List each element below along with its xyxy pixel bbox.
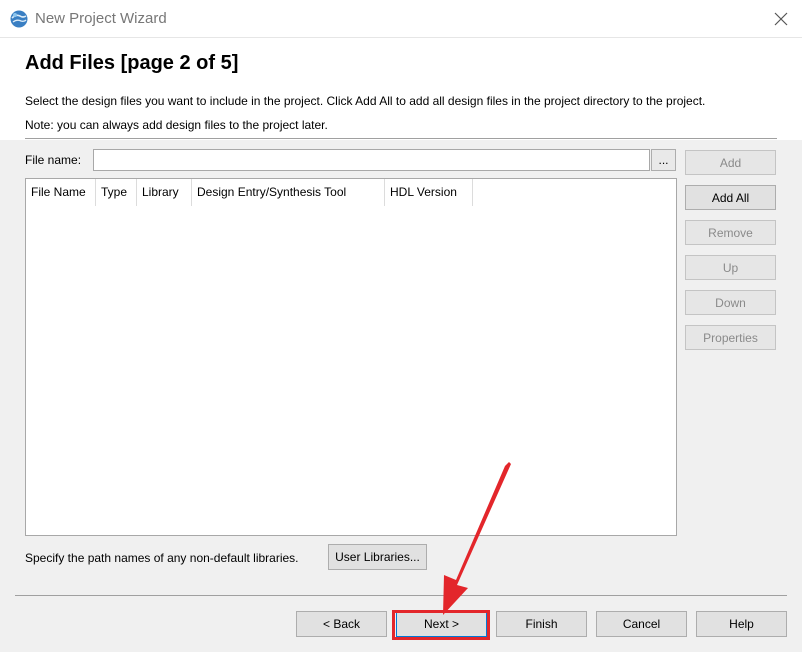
globe-app-icon bbox=[10, 10, 28, 28]
down-button[interactable]: Down bbox=[685, 290, 776, 315]
help-button[interactable]: Help bbox=[696, 611, 787, 637]
add-button[interactable]: Add bbox=[685, 150, 776, 175]
file-name-label: File name: bbox=[25, 153, 82, 167]
back-button[interactable]: < Back bbox=[296, 611, 387, 637]
close-icon bbox=[774, 12, 788, 26]
cancel-button[interactable]: Cancel bbox=[596, 611, 687, 637]
libraries-text: Specify the path names of any non-defaul… bbox=[25, 551, 299, 565]
column-header-hdl-version[interactable]: HDL Version bbox=[385, 179, 473, 206]
files-table[interactable]: File Name Type Library Design Entry/Synt… bbox=[25, 178, 677, 536]
table-header: File Name Type Library Design Entry/Synt… bbox=[26, 179, 473, 206]
page-title: Add Files [page 2 of 5] bbox=[25, 52, 239, 74]
title-bar: New Project Wizard bbox=[0, 0, 802, 38]
note-text: Note: you can always add design files to… bbox=[25, 118, 328, 132]
footer-divider bbox=[15, 595, 787, 596]
window-title: New Project Wizard bbox=[35, 10, 167, 27]
description-text: Select the design files you want to incl… bbox=[25, 94, 706, 108]
properties-button[interactable]: Properties bbox=[685, 325, 776, 350]
column-header-design-entry-tool[interactable]: Design Entry/Synthesis Tool bbox=[192, 179, 385, 206]
up-button[interactable]: Up bbox=[685, 255, 776, 280]
finish-button[interactable]: Finish bbox=[496, 611, 587, 637]
header-divider bbox=[25, 138, 777, 139]
close-button[interactable] bbox=[766, 5, 796, 33]
user-libraries-button[interactable]: User Libraries... bbox=[328, 544, 427, 570]
file-name-input[interactable] bbox=[93, 149, 650, 171]
header-panel: Add Files [page 2 of 5] Select the desig… bbox=[0, 38, 802, 140]
remove-button[interactable]: Remove bbox=[685, 220, 776, 245]
column-header-library[interactable]: Library bbox=[137, 179, 192, 206]
next-button[interactable]: Next > bbox=[396, 611, 487, 637]
column-header-type[interactable]: Type bbox=[96, 179, 137, 206]
column-header-file-name[interactable]: File Name bbox=[26, 179, 96, 206]
add-all-button[interactable]: Add All bbox=[685, 185, 776, 210]
browse-button[interactable]: ... bbox=[651, 149, 676, 171]
